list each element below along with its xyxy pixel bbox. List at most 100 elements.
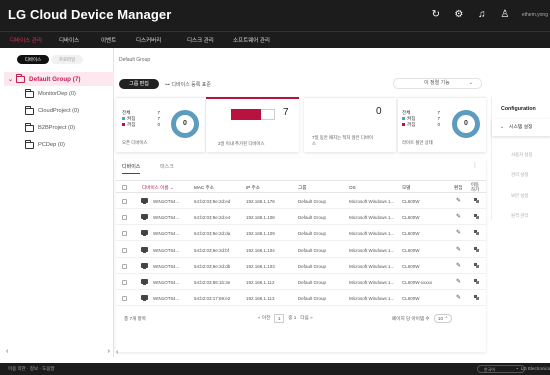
sidebar-item-default-group[interactable]: ⌄ Default Group (7)	[4, 72, 114, 86]
table-row[interactable]: WIN1OT54... 54:b2:03:17:69:e2 192.168.1.11…	[116, 292, 486, 307]
row-checkbox[interactable]	[122, 247, 127, 253]
next-page-button[interactable]: 다음 »	[300, 315, 312, 321]
row-checkbox[interactable]	[122, 280, 127, 285]
table-header: 디바이스 이름 ⌄ MAC 주소 IP 주소 그룹 OS 모델 편집 이동하기	[116, 180, 486, 193]
move-icon[interactable]	[474, 295, 480, 301]
config-item-user[interactable]: 사용자 설정	[511, 152, 532, 158]
col-name[interactable]: 디바이스 이름 ⌄	[142, 185, 174, 191]
edit-icon[interactable]: ✎	[456, 246, 461, 253]
content-scrollbar[interactable]: ‹	[116, 349, 550, 357]
group-edit-button[interactable]: 그룹 편집	[119, 79, 159, 89]
sidebar-item-pcdep[interactable]: PCDep (0)	[25, 139, 65, 150]
sidebar: 디바이스 프로파일 ⌄ Default Group (7) MonitorDep…	[0, 48, 114, 357]
config-title: Configuration	[501, 106, 536, 112]
refresh-icon[interactable]: ↻	[430, 9, 442, 21]
edit-icon[interactable]: ✎	[456, 294, 461, 301]
folder-icon	[25, 122, 34, 132]
tab-table-tasks[interactable]: 태스크	[160, 163, 174, 170]
col-model[interactable]: 모델	[402, 185, 410, 191]
move-icon[interactable]	[474, 246, 480, 252]
agent-status-card[interactable]: 전체 7 켜짐 7 꺼짐 0 0 라이트 될만 상태	[398, 97, 486, 152]
menu-software[interactable]: 소프트웨어 관리	[233, 36, 270, 44]
page-input[interactable]: 1	[274, 313, 285, 323]
cell-name[interactable]: WIN1OT54...	[153, 215, 179, 220]
edit-icon[interactable]: ✎	[456, 262, 461, 269]
menu-discovery[interactable]: 디스커버리	[136, 36, 161, 44]
cell-mac: 54:b2:03:86:1b:3e	[194, 280, 231, 285]
cell-model: CL600W-xxxxx	[402, 280, 433, 285]
sidebar-item-label: B2BProject (0)	[38, 125, 75, 131]
gear-icon[interactable]: ⚙	[453, 9, 465, 21]
config-system-settings[interactable]: ⌄ 시스템 설정	[492, 119, 550, 136]
chevron-left-icon[interactable]: ‹	[116, 349, 118, 356]
col-group[interactable]: 그룹	[298, 185, 306, 191]
move-icon[interactable]	[474, 214, 480, 220]
sidebar-item-monitordep[interactable]: MonitorDep (0)	[25, 88, 76, 99]
chevron-right-icon[interactable]: ›	[108, 348, 110, 355]
config-item-remote[interactable]: 원격 관리	[511, 213, 528, 219]
select-all-checkbox[interactable]	[122, 185, 127, 190]
sidebar-scrollbar[interactable]: ‹ ›	[6, 348, 110, 356]
edit-icon[interactable]: ✎	[456, 197, 461, 204]
cell-name[interactable]: WIN1OT54...	[153, 248, 179, 253]
new-devices-card[interactable]: 7 3일 이내 추가된 디바이스	[206, 97, 299, 152]
col-ip[interactable]: IP 주소	[246, 185, 260, 191]
move-icon[interactable]	[474, 262, 480, 268]
cell-name[interactable]: WIN1OT54...	[153, 231, 179, 236]
cell-name[interactable]: WIN1OT54...	[153, 264, 179, 269]
move-icon[interactable]	[474, 230, 480, 236]
monitor-icon	[141, 198, 148, 204]
off-label: 꺼짐	[402, 122, 415, 128]
rows-per-page-select[interactable]: 10 ⌃	[433, 314, 452, 323]
row-checkbox[interactable]	[122, 231, 127, 237]
row-checkbox[interactable]	[122, 263, 127, 269]
user-name[interactable]: ethem.yong	[522, 12, 548, 18]
cell-name[interactable]: WIN1OT54...	[153, 199, 179, 204]
row-checkbox[interactable]	[122, 215, 127, 221]
table-row[interactable]: WIN1OT54... 54:b2:03:9e:2d:db 192.168.1.10…	[116, 260, 486, 274]
cell-ip: 192.168.1.112	[246, 280, 275, 285]
user-icon[interactable]: ♙	[499, 9, 511, 21]
col-mac[interactable]: MAC 주소	[194, 185, 214, 191]
table-row[interactable]: WIN1OT54... 54:b2:03:9e:2d:da 192.168.1.10…	[116, 227, 486, 242]
add-device-link[interactable]: ⊶ 디바이스 등록 표준	[165, 81, 211, 88]
table-row[interactable]: WIN1OT54... 54:b2:03:9e:2d:bf 192.168.1.10…	[116, 244, 486, 258]
move-icon[interactable]	[474, 279, 480, 284]
menu-device-management[interactable]: 디바이스 관리	[10, 36, 42, 44]
menu-devices[interactable]: 디바이스	[59, 36, 79, 44]
row-checkbox[interactable]	[122, 199, 127, 204]
status-card[interactable]: 전체 7 켜짐 7 꺼짐 0 0 오픈 디바이스	[116, 97, 205, 152]
bell-icon[interactable]: ♫	[476, 9, 488, 21]
table-row[interactable]: WIN1OT54... 54:b2:03:86:1b:3e 192.168.1.11…	[116, 276, 486, 290]
table-row[interactable]: WIN1OT54... 54:b2:03:9e:2d:e4 192.168.1.10…	[116, 211, 486, 226]
col-os[interactable]: OS	[349, 185, 356, 190]
edit-icon[interactable]: ✎	[456, 229, 461, 236]
sort-select[interactable]: 이 정렬 기능 ⌄	[393, 78, 482, 89]
sidebar-item-b2bproject[interactable]: B2BProject (0)	[25, 122, 75, 133]
sidebar-item-cloudproject[interactable]: CloudProject (0)	[25, 105, 79, 116]
prev-page-button[interactable]: « 이전	[258, 315, 270, 321]
chevron-left-icon[interactable]: ‹	[6, 348, 8, 355]
cell-name[interactable]: WIN1OT54...	[153, 296, 179, 301]
tab-table-devices[interactable]: 디바이스	[122, 163, 141, 174]
cell-name[interactable]: WIN1OT54...	[153, 280, 179, 285]
monitor-icon	[141, 262, 148, 269]
tab-profiles[interactable]: 프로파일	[51, 55, 83, 64]
chevron-down-icon[interactable]: ⌄	[8, 76, 13, 83]
edit-icon[interactable]: ✎	[456, 278, 461, 285]
config-item-security[interactable]: 보안 설정	[511, 193, 528, 199]
footer-links[interactable]: 이용 약관 · 정보 · 도움말	[8, 366, 55, 372]
monitor-icon	[141, 279, 148, 285]
edit-icon[interactable]: ✎	[456, 213, 461, 220]
menu-disk[interactable]: 디스크 관리	[187, 36, 214, 44]
config-item-admin[interactable]: 관리 설정	[511, 172, 528, 178]
row-checkbox[interactable]	[122, 296, 127, 302]
language-select[interactable]: 한국어 ⌃	[477, 365, 525, 373]
more-icon[interactable]: ⋮	[472, 162, 478, 169]
stale-devices-card[interactable]: 0 7일 동안 패치는 적지 않은 디바이스	[304, 97, 396, 152]
move-icon[interactable]	[474, 198, 480, 203]
menu-events[interactable]: 이벤트	[101, 36, 116, 44]
on-value: 7	[437, 116, 440, 121]
tab-devices[interactable]: 디바이스	[17, 55, 49, 64]
table-row[interactable]: WIN1OT54... 54:b2:03:9e:2d:ed 192.168.1.17…	[116, 195, 486, 209]
